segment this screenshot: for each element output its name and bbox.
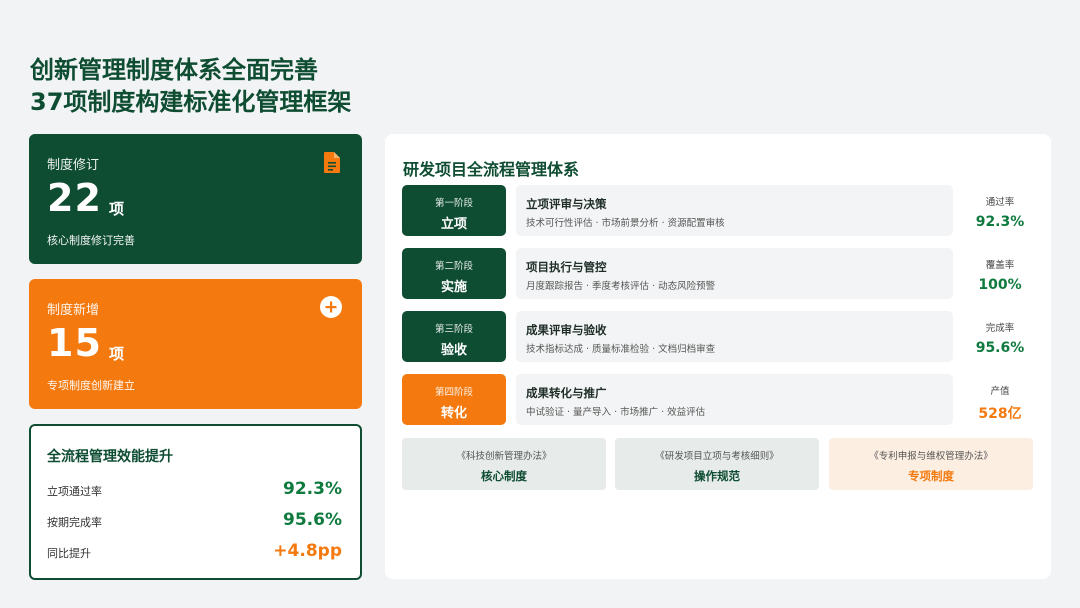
metric-label: 完成率 <box>985 323 1015 334</box>
regulation-card-special: 《专利申报与维权管理办法》 专项制度 <box>829 438 1033 490</box>
regulation-card-operation: 《研发项目立项与考核细则》 操作规范 <box>615 438 819 490</box>
panel-title: 研发项目全流程管理体系 <box>403 160 580 179</box>
stage-metric-3: 完成率 95.6% <box>965 311 1035 362</box>
efficiency-value: 92.3% <box>283 479 342 499</box>
card-unit: 项 <box>109 345 125 363</box>
regulation-type: 操作规范 <box>694 469 740 483</box>
stage-phase: 第三阶段 <box>434 324 473 335</box>
efficiency-row: 按期完成率 95.6% <box>47 510 342 534</box>
revised-regulations-card: 制度修订 22 项 核心制度修订完善 <box>29 134 362 264</box>
stage-badge-4: 第四阶段 转化 <box>402 374 506 425</box>
efficiency-card: 全流程管理效能提升 立项通过率 92.3% 按期完成率 95.6% 同比提升 +… <box>29 424 362 580</box>
stage-detail: 技术指标达成 · 质量标准检验 · 文档归档审查 <box>526 344 716 355</box>
stage-title: 成果转化与推广 <box>526 386 607 400</box>
stage-title: 成果评审与验收 <box>526 323 607 337</box>
metric-label: 产值 <box>990 386 1010 397</box>
metric-label: 覆盖率 <box>985 260 1015 271</box>
stage-description-1: 立项评审与决策 技术可行性评估 · 市场前景分析 · 资源配置审核 <box>516 185 953 236</box>
stage-badge-1: 第一阶段 立项 <box>402 185 506 236</box>
document-icon <box>324 152 340 173</box>
regulation-name: 《科技创新管理办法》 <box>456 451 552 462</box>
card-unit: 项 <box>109 200 125 218</box>
metric-value: 100% <box>978 277 1022 293</box>
stage-badge-2: 第二阶段 实施 <box>402 248 506 299</box>
regulation-name: 《专利申报与维权管理办法》 <box>869 451 993 462</box>
card-subtitle: 核心制度修订完善 <box>47 234 135 247</box>
stage-title: 立项评审与决策 <box>526 197 607 211</box>
stage-badge-3: 第三阶段 验收 <box>402 311 506 362</box>
regulation-type: 核心制度 <box>481 469 527 483</box>
stage-detail: 月度跟踪报告 · 季度考核评估 · 动态风险预警 <box>526 281 716 292</box>
card-number: 22 <box>47 176 102 220</box>
title-line-2: 37项制度构建标准化管理框架 <box>30 88 352 116</box>
stage-name: 验收 <box>440 343 467 358</box>
regulation-name: 《研发项目立项与考核细则》 <box>655 451 779 462</box>
efficiency-title: 全流程管理效能提升 <box>47 449 173 465</box>
metric-value: 92.3% <box>975 214 1025 230</box>
new-regulations-card: 制度新增 15 项 专项制度创新建立 <box>29 279 362 409</box>
regulation-card-core: 《科技创新管理办法》 核心制度 <box>402 438 606 490</box>
stage-description-4: 成果转化与推广 中试验证 · 量产导入 · 市场推广 · 效益评估 <box>516 374 953 425</box>
card-number: 15 <box>47 321 102 365</box>
stage-metric-2: 覆盖率 100% <box>965 248 1035 299</box>
card-label: 制度修订 <box>47 158 100 173</box>
card-label: 制度新增 <box>47 303 100 318</box>
plus-circle-icon <box>320 296 342 318</box>
metric-label: 通过率 <box>985 197 1015 208</box>
stage-phase: 第一阶段 <box>434 198 473 209</box>
stage-metric-4: 产值 528亿 <box>965 374 1035 425</box>
metric-value: 528亿 <box>978 406 1022 422</box>
stage-phase: 第四阶段 <box>434 387 473 398</box>
page-title: 创新管理制度体系全面完善 37项制度构建标准化管理框架 <box>30 54 351 118</box>
stage-phase: 第二阶段 <box>434 261 473 272</box>
regulation-type: 专项制度 <box>908 469 954 483</box>
efficiency-value: +4.8pp <box>273 541 342 561</box>
stage-description-2: 项目执行与管控 月度跟踪报告 · 季度考核评估 · 动态风险预警 <box>516 248 953 299</box>
process-panel: 研发项目全流程管理体系 第一阶段 立项 立项评审与决策 技术可行性评估 · 市场… <box>385 134 1051 579</box>
stage-name: 转化 <box>440 406 467 421</box>
efficiency-label: 立项通过率 <box>47 485 102 498</box>
stage-metric-1: 通过率 92.3% <box>965 185 1035 236</box>
efficiency-row: 同比提升 +4.8pp <box>47 541 342 565</box>
title-line-1: 创新管理制度体系全面完善 <box>30 56 318 84</box>
stage-title: 项目执行与管控 <box>526 260 607 274</box>
efficiency-label: 同比提升 <box>47 547 91 560</box>
stage-detail: 技术可行性评估 · 市场前景分析 · 资源配置审核 <box>526 218 725 229</box>
stage-name: 立项 <box>440 217 467 232</box>
metric-value: 95.6% <box>975 340 1025 356</box>
stage-detail: 中试验证 · 量产导入 · 市场推广 · 效益评估 <box>526 407 706 418</box>
stage-name: 实施 <box>440 280 467 295</box>
efficiency-label: 按期完成率 <box>47 516 102 529</box>
efficiency-value: 95.6% <box>283 510 342 530</box>
stage-description-3: 成果评审与验收 技术指标达成 · 质量标准检验 · 文档归档审查 <box>516 311 953 362</box>
card-subtitle: 专项制度创新建立 <box>47 379 135 392</box>
efficiency-row: 立项通过率 92.3% <box>47 479 342 503</box>
